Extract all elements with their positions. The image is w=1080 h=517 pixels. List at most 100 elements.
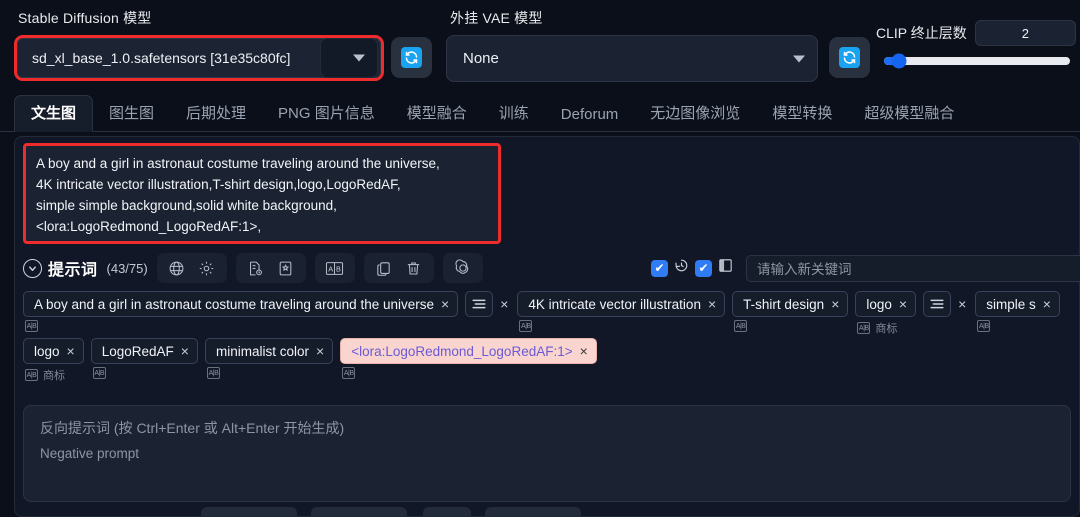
chevron-down-icon xyxy=(793,55,805,62)
icon-group-ai-spiral xyxy=(442,253,483,283)
keyword-tag-translation: A|B 商标 xyxy=(857,320,897,336)
translate-ab-icon[interactable]: A|B xyxy=(206,367,220,379)
vae-model-value: None xyxy=(463,50,499,67)
icon-group-translate-settings xyxy=(156,253,227,283)
copy-icon[interactable] xyxy=(371,256,397,280)
refresh-models-button[interactable] xyxy=(391,37,432,78)
keyword-tag-cell: logo × A|B 商标 xyxy=(855,291,917,336)
new-keyword-input[interactable]: 请输入新关键词 xyxy=(746,254,1080,282)
keyword-tag-cell: logo × A|B 商标 xyxy=(23,338,84,383)
keyword-tag[interactable]: 4K intricate vector illustration × xyxy=(517,291,726,317)
keyword-tag-cell: <lora:LogoRedmond_LogoRedAF:1> × A|B xyxy=(340,338,597,379)
keyword-tag-remove-button[interactable]: × xyxy=(708,297,716,311)
toolbar-checkbox-2[interactable]: ✔ xyxy=(695,259,712,277)
translate-ab-icon[interactable]: A|B xyxy=(92,367,106,379)
keyword-tag-remove-button[interactable]: × xyxy=(1043,297,1051,311)
document-clock-icon[interactable] xyxy=(243,256,269,280)
tag-group-remove-button[interactable]: × xyxy=(956,291,968,317)
sd-model-label: Stable Diffusion 模型 xyxy=(18,10,152,26)
sd-model-dropdown-caret-area[interactable] xyxy=(320,38,378,78)
bottom-button-peek[interactable] xyxy=(485,507,581,516)
vae-model-group: 外挂 VAE 模型 None xyxy=(446,8,818,82)
clip-skip-label: CLIP 终止层数 xyxy=(876,25,967,41)
negative-prompt-textarea[interactable]: 反向提示词 (按 Ctrl+Enter 或 Alt+Enter 开始生成) Ne… xyxy=(23,405,1071,502)
tag-group-icon[interactable] xyxy=(465,291,494,317)
keyword-tag[interactable]: logo × xyxy=(855,291,917,317)
icon-group-translate-ab: AB xyxy=(314,253,355,283)
prompt-textarea[interactable]: A boy and a girl in astronaut costume tr… xyxy=(23,143,501,244)
tab-9[interactable]: 超级模型融合 xyxy=(848,96,970,131)
negative-prompt-placeholder-cn: 反向提示词 (按 Ctrl+Enter 或 Alt+Enter 开始生成) xyxy=(40,420,345,436)
tab-3[interactable]: PNG 图片信息 xyxy=(262,96,391,131)
translate-ab-icon[interactable]: A|B xyxy=(519,320,533,332)
globe-icon[interactable] xyxy=(164,256,190,280)
keyword-tag-remove-button[interactable]: × xyxy=(831,297,839,311)
translate-ab-icon[interactable]: A|B xyxy=(857,322,871,334)
keyword-tag[interactable]: LogoRedAF × xyxy=(90,338,198,364)
lora-tag[interactable]: <lora:LogoRedmond_LogoRedAF:1> × xyxy=(340,338,597,364)
svg-text:B: B xyxy=(336,264,341,273)
keyword-tag-label: 4K intricate vector illustration xyxy=(528,296,701,312)
tab-2[interactable]: 后期处理 xyxy=(170,96,262,131)
clip-skip-group: CLIP 终止层数 2 xyxy=(876,20,1076,69)
svg-text:A: A xyxy=(329,264,334,273)
bottom-button-peek[interactable] xyxy=(201,507,297,516)
keyword-tag[interactable]: T-shirt design × xyxy=(732,291,849,317)
negative-prompt-placeholder-en: Negative prompt xyxy=(40,446,140,461)
tab-0[interactable]: 文生图 xyxy=(14,95,94,132)
keyword-tag-remove-button[interactable]: × xyxy=(67,344,75,358)
translate-ab-icon[interactable]: A|B xyxy=(734,320,748,332)
trash-icon[interactable] xyxy=(401,256,427,280)
refresh-icon xyxy=(839,47,860,68)
tab-8[interactable]: 模型转换 xyxy=(756,96,848,131)
undo-clock-icon[interactable] xyxy=(673,257,690,279)
translate-ab-icon[interactable]: AB xyxy=(322,256,348,280)
gear-icon[interactable] xyxy=(194,256,220,280)
keyword-tag-translation: A|B xyxy=(206,367,220,379)
keyword-tag-remove-button[interactable]: × xyxy=(316,344,324,358)
split-panel-icon[interactable] xyxy=(717,257,734,279)
bottom-button-peek[interactable] xyxy=(311,507,407,516)
tab-1[interactable]: 图生图 xyxy=(93,96,170,131)
keyword-tag-translation: A|B xyxy=(342,367,356,379)
translate-ab-icon[interactable]: A|B xyxy=(25,369,38,381)
prompt-line: simple simple background,solid white bac… xyxy=(36,198,337,213)
vae-model-dropdown[interactable]: None xyxy=(446,35,818,82)
translate-ab-icon[interactable]: A|B xyxy=(977,320,991,332)
toolbar-checkbox-1[interactable]: ✔ xyxy=(651,259,668,277)
icon-group-history-bookmark xyxy=(235,253,306,283)
keyword-tag-remove-button[interactable]: × xyxy=(181,344,189,358)
keyword-tag-translation: A|B xyxy=(977,320,991,332)
clip-skip-slider[interactable] xyxy=(884,53,1070,69)
translate-ab-icon[interactable]: A|B xyxy=(25,320,38,332)
spiral-ai-icon[interactable] xyxy=(450,256,476,280)
bookmark-icon[interactable] xyxy=(273,256,299,280)
prompt-line: 4K intricate vector illustration,T-shirt… xyxy=(36,177,401,192)
clip-skip-slider-knob[interactable] xyxy=(891,53,907,69)
tab-4[interactable]: 模型融合 xyxy=(391,96,483,131)
keyword-tag[interactable]: A boy and a girl in astronaut costume tr… xyxy=(23,291,459,317)
prompt-line: <lora:LogoRedmond_LogoRedAF:1>, xyxy=(36,219,262,234)
refresh-vae-button[interactable] xyxy=(829,37,870,78)
keyword-tag-remove-button[interactable]: × xyxy=(899,297,907,311)
translate-ab-icon[interactable]: A|B xyxy=(342,367,356,379)
keyword-tag-cell: 4K intricate vector illustration × A|B xyxy=(517,291,726,332)
keyword-tag[interactable]: minimalist color × xyxy=(204,338,334,364)
keyword-tag[interactable]: simple s × xyxy=(975,291,1060,317)
tab-5[interactable]: 训练 xyxy=(483,96,545,131)
prompt-section-title: 提示词 xyxy=(48,262,98,279)
tag-group-remove-button[interactable]: × xyxy=(498,291,510,317)
tab-7[interactable]: 无边图像浏览 xyxy=(634,96,756,131)
bottom-button-peek[interactable] xyxy=(423,507,471,516)
icon-group-copy-delete xyxy=(363,253,434,283)
keyword-tag-remove-button[interactable]: × xyxy=(441,297,449,311)
keyword-tag-label: A boy and a girl in astronaut costume tr… xyxy=(34,296,434,312)
tag-group-icon[interactable] xyxy=(923,291,952,317)
keyword-tag-remove-button[interactable]: × xyxy=(580,344,588,358)
keyword-tag-cell: LogoRedAF × A|B xyxy=(90,338,198,379)
chevron-down-icon[interactable] xyxy=(23,258,42,278)
tab-6[interactable]: Deforum xyxy=(545,100,635,131)
keyword-tag-label: T-shirt design xyxy=(743,296,825,312)
keyword-tag[interactable]: logo × xyxy=(23,338,84,364)
clip-skip-value[interactable]: 2 xyxy=(974,20,1076,46)
